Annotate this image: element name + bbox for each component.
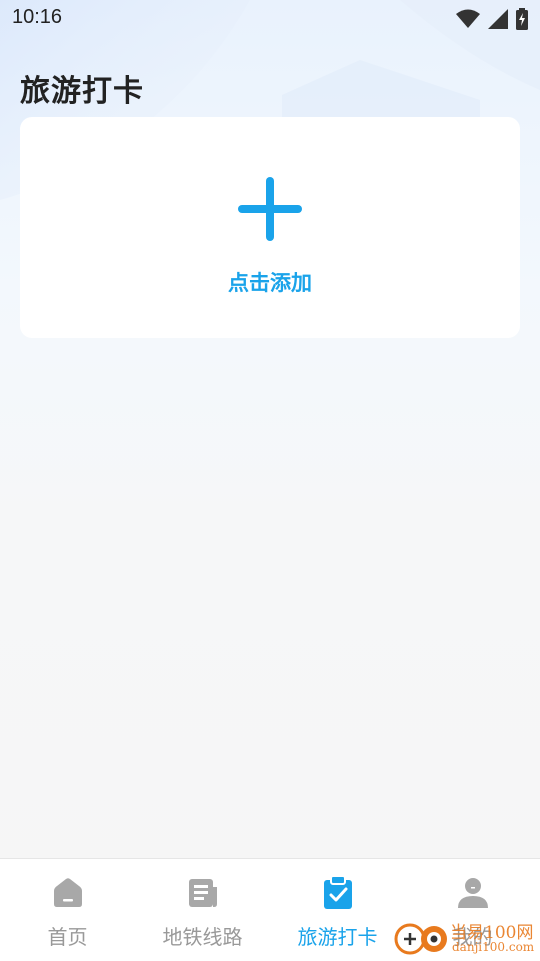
user-icon [457,878,488,908]
bottom-tab-bar: 首页 地铁线路 旅游打卡 我的 [0,858,540,961]
status-bar: 10:16 [0,0,540,36]
home-icon [53,878,82,907]
status-time: 10:16 [12,6,63,28]
status-icons [456,8,528,30]
cellular-signal-icon [488,9,508,29]
tab-profile[interactable]: 我的 [405,859,540,961]
tab-metro-lines[interactable]: 地铁线路 [135,859,270,961]
tab-profile-label: 我的 [452,925,493,949]
add-label[interactable]: 点击添加 [20,267,520,297]
tab-home[interactable]: 首页 [0,859,135,961]
clipboard-check-icon [323,875,352,909]
document-icon [188,879,217,907]
tab-travel-checkin-label: 旅游打卡 [297,925,378,949]
tab-metro-lines-label: 地铁线路 [162,925,243,949]
tab-travel-checkin[interactable]: 旅游打卡 [270,859,405,961]
plus-icon[interactable] [238,177,302,241]
wifi-icon [456,9,480,28]
add-checkin-card[interactable]: 点击添加 [20,117,520,338]
page-title: 旅游打卡 [20,74,144,109]
battery-charging-icon [516,8,528,30]
tab-home-label: 首页 [47,925,88,949]
